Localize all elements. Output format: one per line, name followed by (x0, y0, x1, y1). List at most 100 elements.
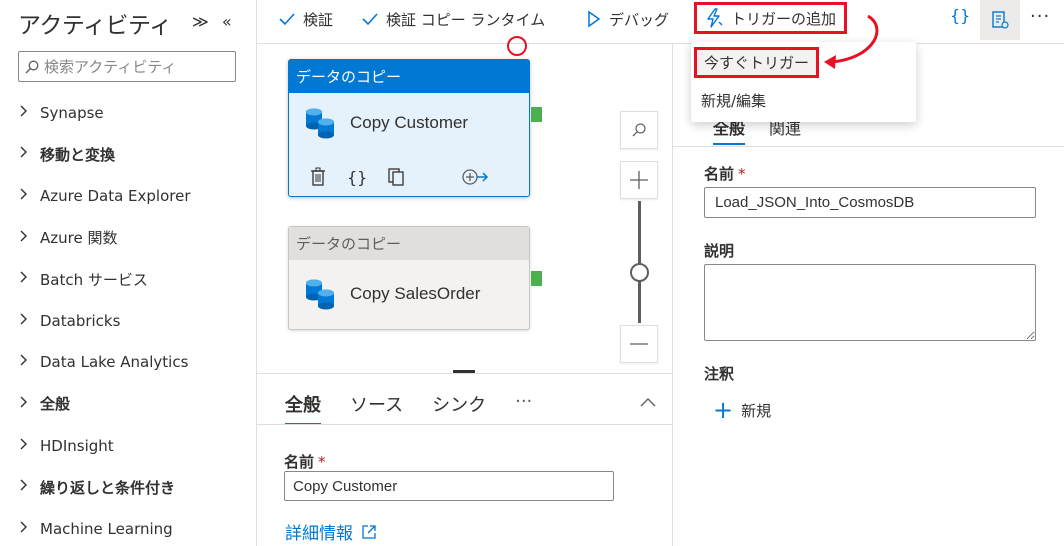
annotation-arrow (824, 14, 879, 69)
validate-button[interactable]: 検証 (279, 0, 333, 38)
activity-category-label: Azure Data Explorer (40, 186, 191, 205)
chevron-right-icon (20, 479, 40, 495)
activity-category[interactable]: Databricks (20, 300, 250, 342)
validate-label: 検証 (303, 10, 334, 29)
copy-icon[interactable] (387, 167, 405, 187)
activity-category-label: 移動と変換 (40, 145, 116, 164)
activity-category[interactable]: Machine Learning (20, 508, 250, 546)
tab-sink[interactable]: シンク (432, 391, 486, 425)
tab-general[interactable]: 全般 (285, 391, 321, 425)
activity-category-label: Batch サービス (40, 270, 148, 289)
checkmark-icon (279, 12, 295, 26)
learn-more-label: 詳細情報 (285, 524, 353, 544)
activity-category[interactable]: Synapse (20, 92, 250, 134)
chevron-right-icon (20, 230, 40, 246)
chevron-right-icon (20, 105, 40, 121)
required-mark: * (318, 453, 326, 471)
chevron-right-icon (20, 146, 40, 162)
chevron-right-icon (20, 188, 40, 204)
play-icon (587, 10, 601, 28)
add-output-icon[interactable] (461, 168, 489, 186)
search-icon (25, 60, 39, 73)
activity-output-port[interactable] (531, 271, 542, 286)
activity-copy-salesorder[interactable]: データのコピー Copy SalesOrder (288, 226, 530, 330)
learn-more-link[interactable]: 詳細情報 (285, 519, 377, 544)
zoom-search-button[interactable] (620, 111, 658, 149)
zoom-slider-track[interactable] (638, 201, 641, 323)
plus-icon: + (713, 396, 734, 424)
activity-category-label: Machine Learning (40, 519, 173, 538)
activity-category[interactable]: Azure 関数 (20, 217, 250, 259)
activity-category-label: 繰り返しと条件付き (40, 478, 176, 497)
checkmark-icon (362, 12, 378, 26)
activities-title: アクティビティ (18, 13, 172, 39)
chevron-right-icon (20, 313, 40, 329)
activity-category-label: Azure 関数 (40, 229, 118, 248)
database-icon (306, 279, 334, 310)
divider (257, 424, 672, 425)
activity-category[interactable]: Batch サービス (20, 258, 250, 300)
collapse-all-icon[interactable]: ≫ (192, 12, 209, 31)
debug-button[interactable]: デバッグ (587, 0, 669, 38)
pipeline-canvas[interactable]: データのコピー Copy Customer {} データのコピー Copy Sa… (257, 36, 672, 373)
tab-source[interactable]: ソース (350, 391, 403, 425)
activity-category[interactable]: HDInsight (20, 425, 250, 467)
chevron-right-icon (20, 396, 40, 412)
properties-icon (992, 11, 1009, 29)
more-tabs-icon[interactable]: ··· (515, 391, 532, 425)
validate-copy-runtime-label: 検証 コピー ランタイム (386, 10, 546, 29)
lightning-icon (705, 8, 723, 28)
activity-output-port[interactable] (531, 107, 542, 122)
delete-icon[interactable] (309, 167, 327, 187)
database-icon (306, 108, 334, 139)
activity-name: Copy SalesOrder (350, 284, 481, 303)
code-view-icon[interactable]: {} (950, 6, 970, 25)
resize-handle[interactable] (453, 370, 475, 373)
add-annotation-label: 新規 (741, 401, 772, 420)
minus-icon (630, 343, 648, 345)
debug-label: デバッグ (609, 10, 670, 29)
activity-copy-customer[interactable]: データのコピー Copy Customer {} (288, 59, 530, 197)
code-icon[interactable]: {} (347, 168, 367, 187)
pipeline-name-input[interactable] (704, 187, 1036, 218)
plus-icon (630, 171, 648, 189)
chevron-right-icon (20, 271, 40, 287)
divider (673, 146, 1064, 147)
chevron-up-icon[interactable] (640, 392, 656, 411)
more-options-icon[interactable]: ··· (1030, 6, 1050, 27)
description-label: 説明 (704, 242, 735, 260)
activity-category[interactable]: 全般 (20, 383, 250, 425)
new-edit-menu-item[interactable]: 新規/編集 (701, 90, 766, 111)
activity-category[interactable]: 繰り返しと条件付き (20, 466, 250, 508)
activity-category-label: Synapse (40, 103, 104, 122)
activity-category-label: Data Lake Analytics (40, 353, 189, 372)
activity-category[interactable]: Azure Data Explorer (20, 175, 250, 217)
description-input[interactable] (704, 264, 1036, 341)
search-box[interactable] (18, 51, 236, 82)
activity-properties-panel: 全般 ソース シンク ··· 名前* 詳細情報 (257, 370, 672, 546)
trigger-now-menu-item[interactable]: 今すぐトリガー (694, 47, 820, 78)
validate-copy-runtime-button[interactable]: 検証 コピー ランタイム (362, 0, 545, 38)
activity-category[interactable]: Data Lake Analytics (20, 342, 250, 384)
pipeline-name-label-text: 名前 (704, 165, 735, 183)
name-label-text: 名前 (284, 453, 315, 471)
zoom-in-button[interactable] (620, 161, 658, 199)
activity-categories: Synapse 移動と変換 Azure Data Explorer Azure 関数 B… (20, 92, 250, 546)
highlight-circle (507, 36, 527, 56)
zoom-slider-thumb[interactable] (630, 263, 649, 282)
zoom-out-button[interactable] (620, 325, 658, 363)
activity-type-label: データのコピー (289, 227, 529, 260)
search-input[interactable] (44, 57, 229, 76)
pipeline-name-label: 名前 * (704, 163, 746, 184)
add-annotation-button[interactable]: + 新規 (713, 398, 771, 422)
properties-button[interactable] (980, 0, 1020, 40)
panel-controls: ≫ « (192, 12, 240, 31)
activity-category-label: HDInsight (40, 436, 114, 455)
chevron-right-icon (20, 521, 40, 537)
annotations-label: 注釈 (704, 365, 735, 383)
activity-category-label: 全般 (40, 395, 71, 414)
activity-category[interactable]: 移動と変換 (20, 134, 250, 176)
hide-panel-icon[interactable]: « (222, 12, 232, 31)
activities-panel: アクティビティ ≫ « Synapse 移動と変換 Azure Data Explo… (0, 0, 257, 546)
activity-name-input[interactable] (284, 471, 614, 501)
